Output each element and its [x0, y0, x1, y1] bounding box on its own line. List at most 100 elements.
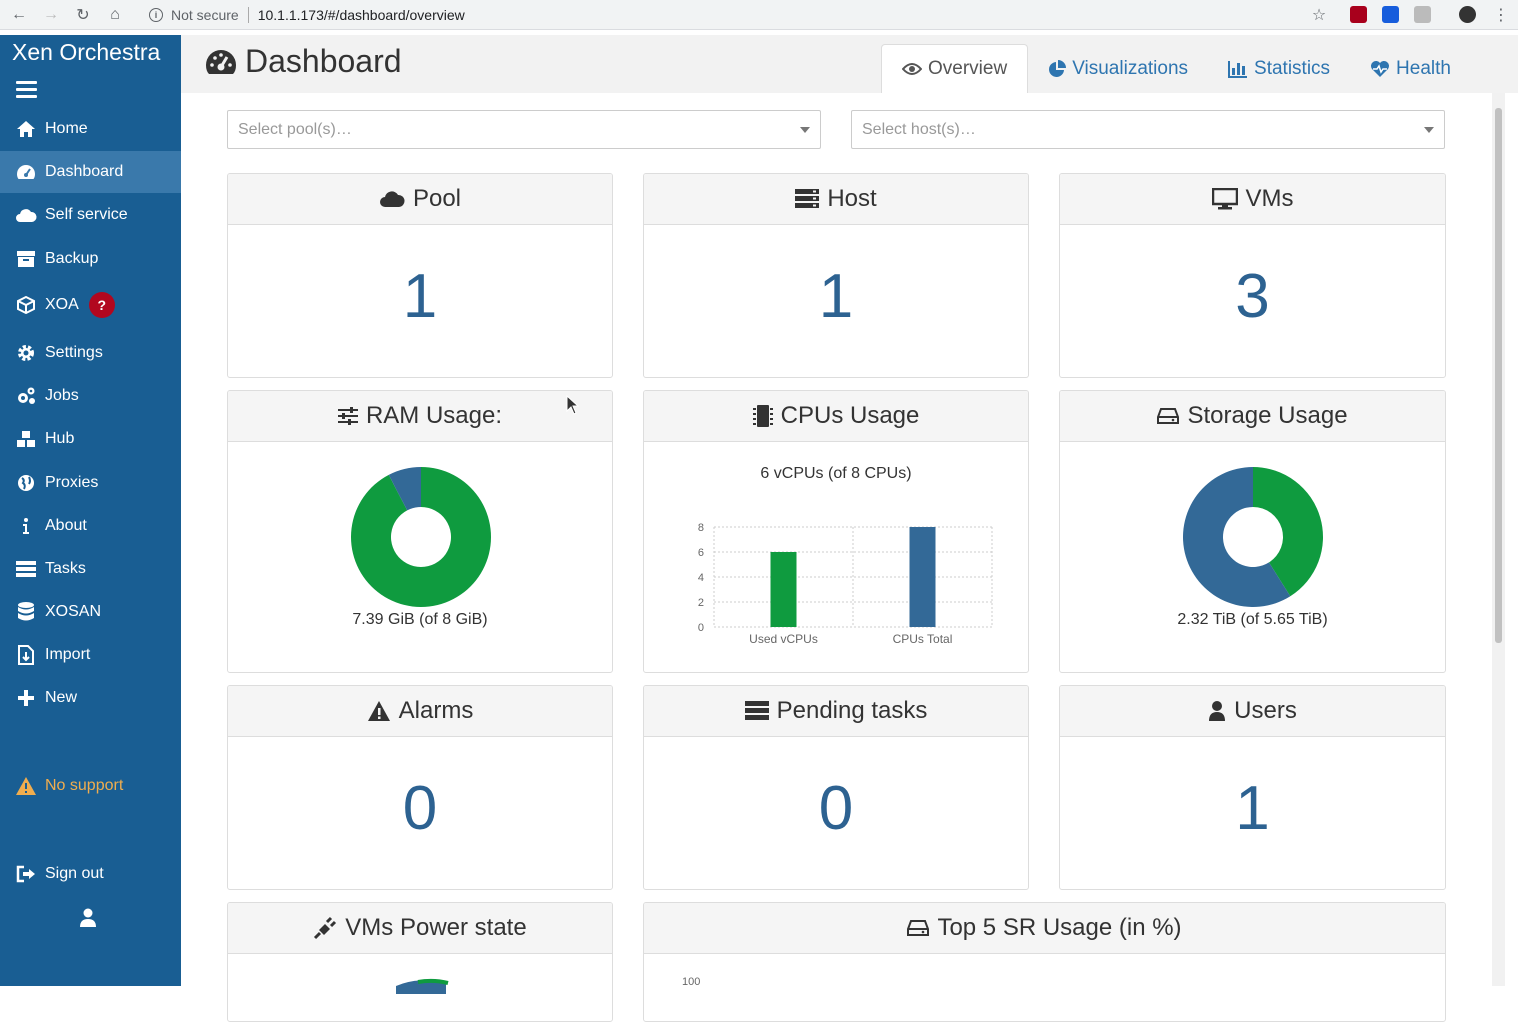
database-icon [15, 602, 37, 622]
card-title: VMs [1245, 185, 1294, 212]
card-title: CPUs Usage [780, 402, 920, 429]
card-title: Storage Usage [1187, 402, 1348, 429]
pool-count[interactable]: 1 [228, 261, 612, 332]
user-icon [1208, 700, 1226, 722]
info-icon[interactable]: i [149, 7, 163, 22]
forward-icon[interactable]: → [40, 4, 62, 26]
alarms-count[interactable]: 0 [228, 773, 612, 844]
tab-label: Statistics [1254, 57, 1331, 79]
back-icon[interactable]: ← [8, 4, 30, 26]
tab-health[interactable]: Health [1350, 44, 1471, 93]
bitwarden-icon[interactable] [1382, 6, 1399, 23]
sidebar-item-backup[interactable]: Backup [0, 238, 181, 280]
power-state-chart[interactable] [228, 954, 613, 994]
sidebar-item-xosan[interactable]: XOSAN [0, 591, 181, 633]
host-count[interactable]: 1 [644, 261, 1028, 332]
card-header: VMs [1060, 174, 1445, 225]
url-text[interactable]: 10.1.1.173/#/dashboard/overview [258, 7, 465, 23]
sidebar-item-hub[interactable]: Hub [0, 418, 181, 460]
scrollbar-thumb[interactable] [1495, 108, 1502, 643]
tab-overview[interactable]: Overview [881, 44, 1029, 93]
sidebar-item-sign-out[interactable]: Sign out [0, 853, 181, 895]
user-icon[interactable] [79, 908, 97, 933]
divider [247, 6, 249, 23]
card-title: Pending tasks [776, 697, 928, 724]
sidebar-item-home[interactable]: Home [0, 108, 181, 150]
storage-donut-chart[interactable] [1060, 442, 1446, 617]
y-tick-label: 4 [698, 572, 704, 584]
sidebar-item-label: About [45, 517, 87, 534]
sidebar-item-xoa[interactable]: XOA ? [0, 284, 181, 326]
sidebar-item-label: Settings [45, 344, 103, 361]
storage-usage-card: Storage Usage 2.32 TiB (of 5.65 TiB) [1059, 390, 1446, 673]
menu-dots-icon[interactable]: ⋮ [1490, 4, 1512, 26]
tab-label: Health [1396, 57, 1451, 79]
security-label: Not secure [171, 6, 239, 23]
ublock-icon[interactable] [1350, 6, 1367, 23]
sidebar-item-jobs[interactable]: Jobs [0, 375, 181, 417]
page-header: Dashboard Overview Visualizations Statis… [181, 35, 1518, 93]
card-title: VMs Power state [345, 914, 527, 941]
y-tick-label: 6 [698, 547, 704, 559]
ram-caption: 7.39 GiB (of 8 GiB) [352, 611, 488, 628]
warning-icon [367, 700, 391, 722]
sidebar-item-label: Dashboard [45, 163, 124, 180]
support-label: No support [45, 777, 124, 794]
pool-select[interactable]: Select pool(s)… [227, 110, 821, 149]
bar-cpus-total[interactable] [909, 527, 936, 627]
y-tick-label: 8 [698, 522, 704, 534]
pool-card: Pool 1 [227, 173, 613, 378]
reload-icon[interactable]: ↻ [72, 4, 94, 26]
sidebar-item-no-support[interactable]: No support [0, 765, 181, 807]
bar-used-vcpus[interactable] [770, 552, 797, 627]
card-header: Pending tasks [644, 686, 1028, 737]
page-title: Dashboard [205, 43, 402, 80]
brand-title[interactable]: Xen Orchestra [12, 39, 160, 66]
storage-caption: 2.32 TiB (of 5.65 TiB) [1177, 611, 1328, 628]
cpu-bar-chart[interactable]: 8 6 4 2 0 Used vCPUs CPUs Total [644, 489, 1029, 659]
hdd-icon [907, 919, 930, 937]
sidebar-item-label: XOSAN [45, 603, 102, 620]
home-icon [15, 120, 37, 138]
tab-label: Visualizations [1072, 57, 1189, 79]
users-count[interactable]: 1 [1060, 773, 1445, 844]
star-icon[interactable]: ☆ [1308, 4, 1330, 26]
tab-label: Overview [928, 58, 1008, 79]
card-title: Host [827, 185, 877, 212]
archive-icon [15, 250, 37, 268]
file-import-icon [15, 645, 37, 665]
chevron-down-icon[interactable] [800, 127, 810, 133]
pending-tasks-count[interactable]: 0 [644, 773, 1028, 844]
page-scrollbar[interactable] [1492, 93, 1505, 986]
home-browser-icon[interactable]: ⌂ [104, 4, 126, 26]
profile-icon[interactable] [1459, 6, 1476, 23]
sidebar-item-proxies[interactable]: Proxies [0, 462, 181, 504]
cpu-caption: 6 vCPUs (of 8 CPUs) [760, 465, 912, 482]
chevron-down-icon[interactable] [1424, 127, 1434, 133]
sidebar-item-label: Import [45, 646, 91, 663]
plug-icon [313, 916, 337, 940]
users-card: Users 1 [1059, 685, 1446, 890]
plus-icon [15, 690, 37, 706]
tab-visualizations[interactable]: Visualizations [1028, 44, 1208, 93]
sidebar-item-settings[interactable]: Settings [0, 332, 181, 374]
sidebar-item-import[interactable]: Import [0, 634, 181, 676]
address-bar[interactable]: i Not secure 10.1.1.173/#/dashboard/over… [140, 2, 1340, 27]
vms-count[interactable]: 3 [1060, 261, 1445, 332]
sidebar-item-label: Self service [45, 206, 128, 223]
gears-icon [15, 386, 37, 406]
heartbeat-icon [1370, 60, 1390, 78]
eye-icon [902, 62, 922, 76]
card-header: Top 5 SR Usage (in %) [644, 903, 1445, 954]
sidebar-item-about[interactable]: About [0, 505, 181, 547]
sidebar-item-self-service[interactable]: Self service [0, 194, 181, 236]
host-select[interactable]: Select host(s)… [851, 110, 1445, 149]
extension-icon[interactable] [1414, 6, 1431, 23]
help-badge[interactable]: ? [88, 292, 115, 318]
sidebar-item-dashboard[interactable]: Dashboard [0, 151, 181, 193]
hamburger-icon[interactable] [16, 81, 37, 99]
sidebar-item-tasks[interactable]: Tasks [0, 548, 181, 590]
tab-statistics[interactable]: Statistics [1208, 44, 1350, 93]
sidebar-item-new[interactable]: New [0, 677, 181, 719]
ram-donut-chart[interactable] [228, 442, 613, 617]
